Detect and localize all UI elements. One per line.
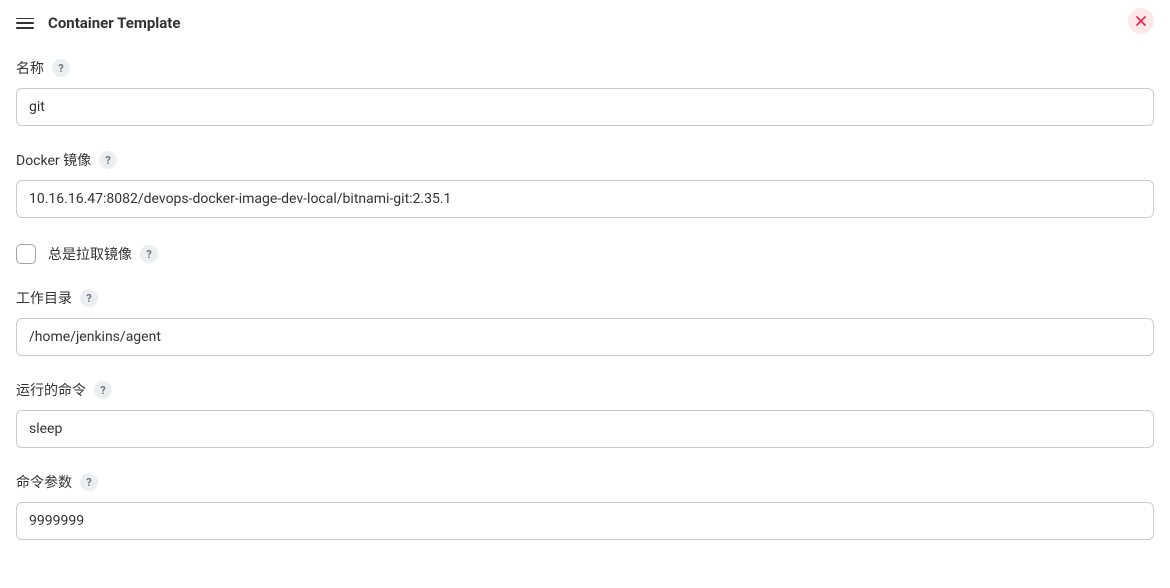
field-args-label: 命令参数 <box>16 472 72 492</box>
field-command-label: 运行的命令 <box>16 380 86 400</box>
help-icon[interactable]: ? <box>94 381 112 399</box>
help-icon[interactable]: ? <box>80 473 98 491</box>
close-icon <box>1136 16 1146 26</box>
field-command-label-row: 运行的命令 ? <box>16 380 1154 400</box>
field-always-pull: 总是拉取镜像 ? <box>16 244 1154 264</box>
help-icon[interactable]: ? <box>52 59 70 77</box>
field-args-label-row: 命令参数 ? <box>16 472 1154 492</box>
menu-icon[interactable] <box>16 16 34 30</box>
always-pull-checkbox[interactable] <box>16 244 36 264</box>
always-pull-label: 总是拉取镜像 <box>48 244 132 264</box>
header-bar: Container Template <box>16 0 1154 46</box>
field-name-label-row: 名称 ? <box>16 58 1154 78</box>
help-icon[interactable]: ? <box>140 245 158 263</box>
close-button[interactable] <box>1128 8 1154 34</box>
docker-image-input[interactable] <box>16 180 1154 218</box>
page-title: Container Template <box>48 14 180 32</box>
field-workdir-label: 工作目录 <box>16 288 72 308</box>
field-docker-image-label: Docker 镜像 <box>16 150 91 170</box>
field-name: 名称 ? <box>16 58 1154 126</box>
help-icon[interactable]: ? <box>99 151 117 169</box>
help-icon[interactable]: ? <box>80 289 98 307</box>
field-docker-image-label-row: Docker 镜像 ? <box>16 150 1154 170</box>
field-name-label: 名称 <box>16 58 44 78</box>
args-input[interactable] <box>16 502 1154 540</box>
field-args: 命令参数 ? <box>16 472 1154 540</box>
field-workdir: 工作目录 ? <box>16 288 1154 356</box>
name-input[interactable] <box>16 88 1154 126</box>
command-input[interactable] <box>16 410 1154 448</box>
field-docker-image: Docker 镜像 ? <box>16 150 1154 218</box>
form-container: Container Template 名称 ? Docker 镜像 ? 总是拉取… <box>0 0 1170 556</box>
workdir-input[interactable] <box>16 318 1154 356</box>
field-workdir-label-row: 工作目录 ? <box>16 288 1154 308</box>
field-command: 运行的命令 ? <box>16 380 1154 448</box>
